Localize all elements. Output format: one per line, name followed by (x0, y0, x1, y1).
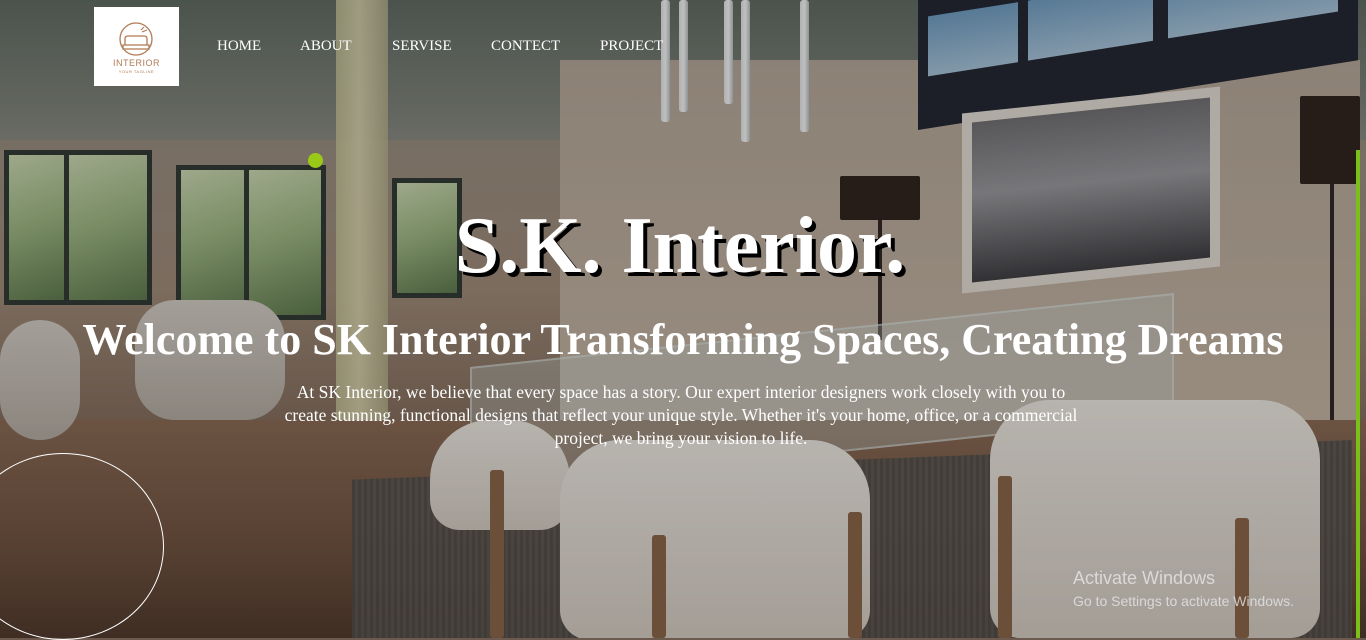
nav-project[interactable]: PROJECT (600, 38, 663, 55)
watermark-title: Activate Windows (1073, 568, 1216, 588)
nav-services[interactable]: SERVISE (392, 38, 452, 55)
sofa-logo-icon (119, 22, 153, 56)
nav-about[interactable]: ABOUT (300, 38, 352, 55)
hero-title: S.K. Interior. (454, 202, 906, 290)
nav-contact[interactable]: CONTECT (491, 38, 560, 55)
logo-brand-text: INTERIOR (112, 58, 160, 68)
watermark-subtitle: Go to Settings to activate Windows. (1073, 593, 1294, 609)
hero-description: At SK Interior, we believe that every sp… (284, 382, 1078, 448)
hero-subtitle: Welcome to SK Interior Transforming Spac… (82, 315, 1284, 364)
nav-home[interactable]: HOME (217, 38, 261, 55)
logo[interactable]: INTERIOR YOUR TAGLINE (94, 7, 179, 86)
decorative-dot (308, 153, 323, 168)
activate-windows-watermark: Activate Windows Go to Settings to activ… (1073, 568, 1294, 610)
logo-tagline: YOUR TAGLINE (118, 69, 155, 74)
